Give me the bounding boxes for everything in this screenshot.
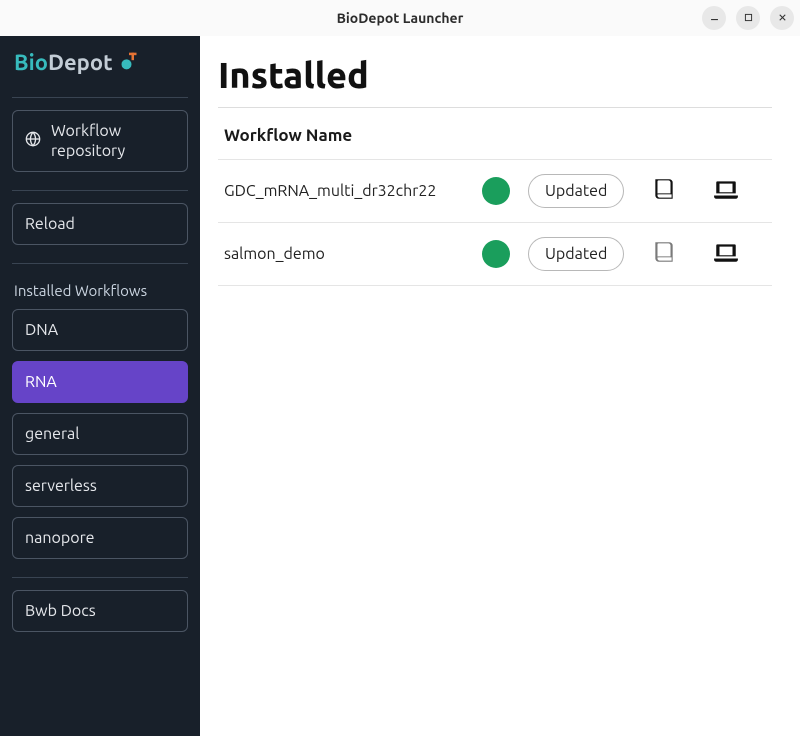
- laptop-code-icon: [713, 176, 739, 206]
- book-icon: [651, 239, 677, 269]
- brand-logo: BioDepot: [12, 48, 188, 89]
- reload-label: Reload: [25, 214, 75, 234]
- brand-bio: Bio: [14, 50, 48, 75]
- category-serverless-button[interactable]: serverless: [12, 465, 188, 507]
- workflow-repo-label: Workflow repository: [51, 121, 175, 161]
- laptop-code-icon: [713, 239, 739, 269]
- minimize-icon: [709, 12, 720, 23]
- table-row: GDC_mRNA_multi_dr32chr22 Updated: [218, 159, 772, 222]
- category-dna-button[interactable]: DNA: [12, 309, 188, 351]
- main-content: Installed Workflow Name GDC_mRNA_multi_d…: [200, 36, 800, 736]
- brand-icon: [119, 51, 139, 75]
- status-pill[interactable]: Updated: [528, 174, 624, 208]
- window-controls: [702, 6, 794, 30]
- window-title: BioDepot Launcher: [337, 10, 464, 26]
- category-rna-button[interactable]: RNA: [12, 361, 188, 403]
- docs-button[interactable]: [642, 176, 686, 206]
- page-title: Installed: [218, 54, 772, 95]
- status-pill[interactable]: Updated: [528, 237, 624, 271]
- launch-button[interactable]: [704, 176, 748, 206]
- category-nanopore-button[interactable]: nanopore: [12, 517, 188, 559]
- close-icon: [777, 12, 788, 23]
- column-header-name: Workflow Name: [218, 120, 772, 159]
- bwb-docs-label: Bwb Docs: [25, 601, 96, 621]
- maximize-button[interactable]: [736, 6, 760, 30]
- status-indicator: [482, 177, 510, 205]
- workflow-name: GDC_mRNA_multi_dr32chr22: [224, 182, 464, 200]
- bwb-docs-button[interactable]: Bwb Docs: [12, 590, 188, 632]
- category-label: general: [25, 424, 79, 444]
- close-button[interactable]: [770, 6, 794, 30]
- category-general-button[interactable]: general: [12, 413, 188, 455]
- category-label: nanopore: [25, 528, 94, 548]
- category-label: RNA: [25, 372, 57, 392]
- maximize-icon: [743, 12, 754, 23]
- category-label: DNA: [25, 320, 58, 340]
- book-icon: [651, 176, 677, 206]
- table-row: salmon_demo Updated: [218, 222, 772, 286]
- launch-button[interactable]: [704, 239, 748, 269]
- workflow-repository-button[interactable]: Workflow repository: [12, 110, 188, 172]
- sidebar: BioDepot Workflow repository: [0, 36, 200, 736]
- globe-icon: [25, 131, 41, 152]
- category-label: serverless: [25, 476, 97, 496]
- brand-depot: Depot: [48, 50, 113, 75]
- titlebar: BioDepot Launcher: [0, 0, 800, 36]
- installed-workflows-label: Installed Workflows: [14, 282, 188, 299]
- status-indicator: [482, 240, 510, 268]
- docs-button[interactable]: [642, 239, 686, 269]
- workflow-name: salmon_demo: [224, 245, 464, 263]
- minimize-button[interactable]: [702, 6, 726, 30]
- reload-button[interactable]: Reload: [12, 203, 188, 245]
